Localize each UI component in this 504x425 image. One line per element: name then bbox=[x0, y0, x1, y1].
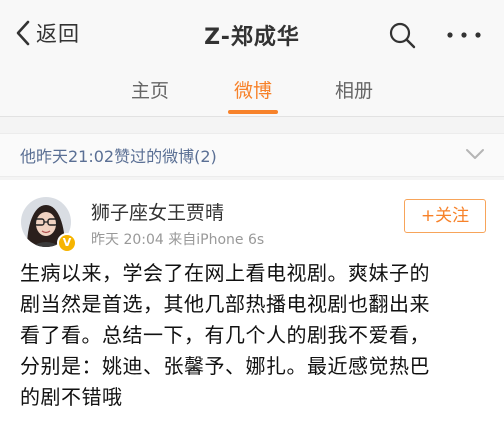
post-content: 生病以来，学会了在网上看电视剧。爽妹子的 剧当然是首选，其他几部热播电视剧也翻出… bbox=[20, 258, 490, 413]
more-icon[interactable] bbox=[442, 20, 486, 50]
tab-weibo[interactable]: 微博 bbox=[213, 76, 293, 103]
post-meta: 昨天 20:04 来自iPhone 6s bbox=[91, 229, 264, 249]
post-username[interactable]: 狮子座女王贾晴 bbox=[91, 198, 224, 225]
post-content-line: 生病以来，学会了在网上看电视剧。爽妹子的 bbox=[20, 261, 430, 285]
tab-home[interactable]: 主页 bbox=[110, 76, 190, 103]
follow-button[interactable]: +关注 bbox=[404, 199, 486, 233]
post-time: 昨天 20:04 bbox=[91, 232, 164, 248]
post-content-line: 剧当然是首选，其他几部热播电视剧也翻出来 bbox=[20, 292, 430, 316]
liked-posts-header[interactable]: 他昨天21:02赞过的微博(2) bbox=[0, 133, 504, 177]
top-nav-bar: 返回 Z-郑成华 bbox=[0, 0, 504, 68]
post-content-line: 的剧不错哦 bbox=[20, 385, 123, 409]
post-source: 来自iPhone 6s bbox=[168, 232, 265, 248]
active-tab-indicator bbox=[228, 110, 278, 114]
profile-tabs: 主页 微博 相册 bbox=[0, 68, 504, 117]
search-icon[interactable] bbox=[387, 20, 417, 50]
liked-posts-label: 他昨天21:02赞过的微博(2) bbox=[20, 147, 217, 166]
post-content-line: 分别是：姚迪、张馨予、娜扎。最近感觉热巴 bbox=[20, 354, 430, 378]
tab-album[interactable]: 相册 bbox=[314, 76, 394, 103]
post-content-line: 看了看。总结一下，有几个人的剧我不爱看， bbox=[20, 323, 430, 347]
verified-badge-icon: V bbox=[57, 233, 77, 253]
chevron-down-icon bbox=[466, 149, 484, 159]
page-title: Z-郑成华 bbox=[204, 25, 300, 50]
